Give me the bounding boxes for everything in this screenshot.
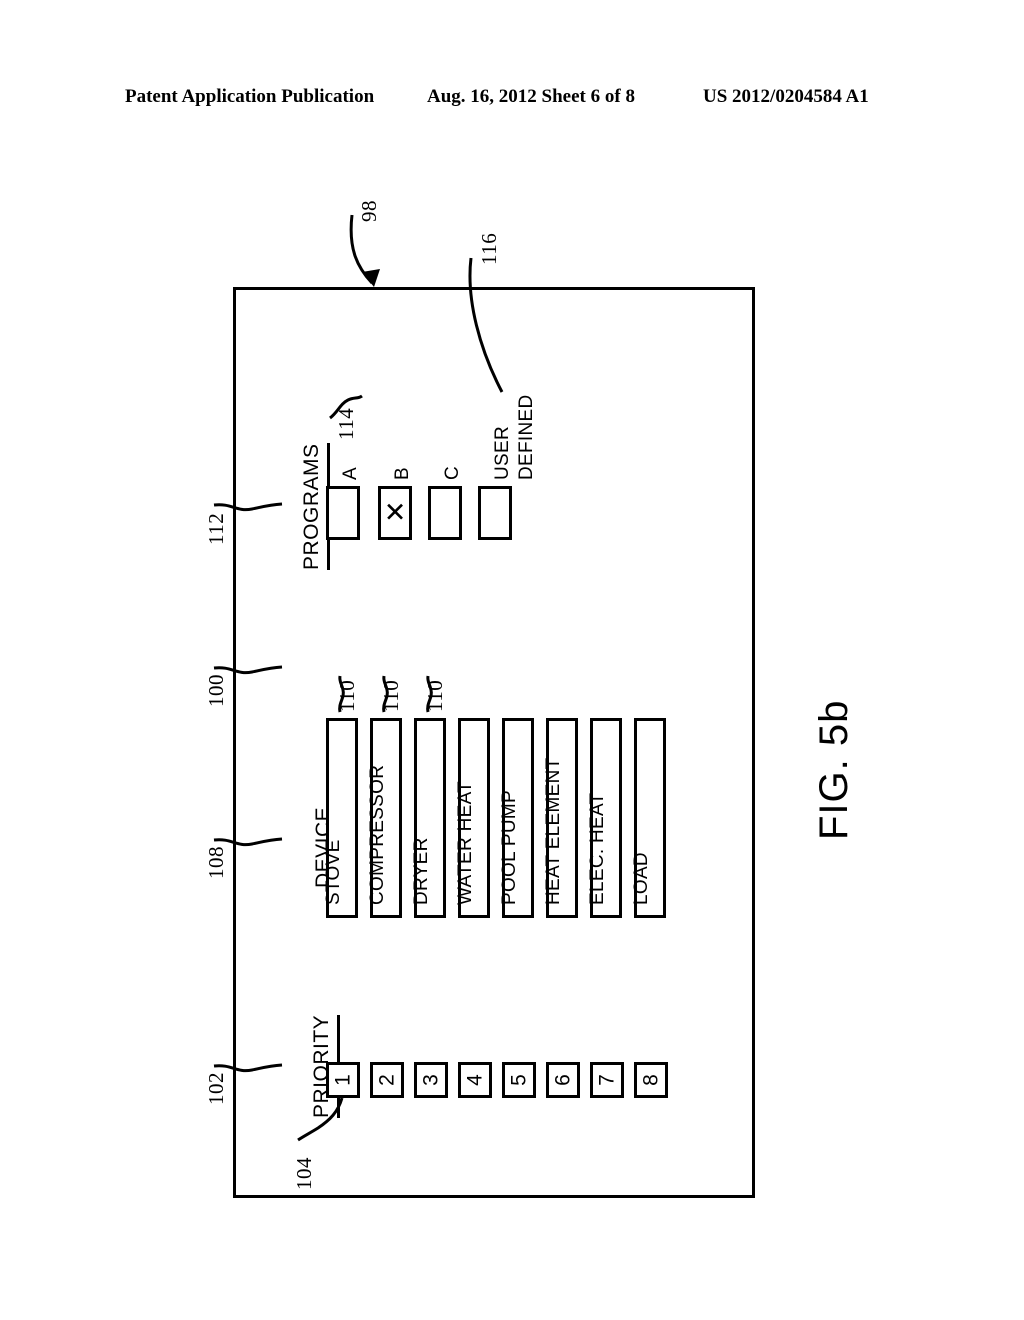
device-label-elec-heat: ELEC. HEAT bbox=[587, 792, 608, 905]
program-label-a: A bbox=[340, 467, 361, 480]
device-label-pool-pump: POOL PUMP bbox=[499, 790, 520, 905]
program-label-user-defined-line1: USER bbox=[492, 426, 513, 480]
ref-104: 104 bbox=[292, 1157, 316, 1190]
priority-box-2[interactable]: 2 bbox=[370, 1062, 404, 1098]
ref-102: 102 bbox=[204, 1072, 228, 1105]
device-box-pool-pump[interactable]: POOL PUMP bbox=[499, 718, 534, 918]
priority-box-6[interactable]: 6 bbox=[546, 1062, 580, 1098]
ref-114: 114 bbox=[334, 407, 358, 440]
device-box-compressor[interactable]: COMPRESSOR bbox=[367, 718, 402, 918]
ref-108: 108 bbox=[204, 846, 228, 879]
ref-112: 112 bbox=[204, 512, 228, 545]
priority-box-8[interactable]: 8 bbox=[634, 1062, 668, 1098]
figure-caption: FIG. 5b bbox=[812, 699, 856, 840]
device-label-compressor: COMPRESSOR bbox=[367, 764, 388, 905]
page-header: Patent Application Publication Aug. 16, … bbox=[0, 86, 1024, 112]
priority-value-8: 8 bbox=[639, 1074, 663, 1086]
priority-value-2: 2 bbox=[375, 1074, 399, 1086]
priority-value-7: 7 bbox=[595, 1074, 619, 1086]
program-checkbox-a[interactable] bbox=[326, 486, 360, 540]
priority-box-4[interactable]: 4 bbox=[458, 1062, 492, 1098]
device-box-load[interactable]: LOAD bbox=[631, 718, 666, 918]
device-box-dryer[interactable]: DRYER bbox=[411, 718, 446, 918]
device-label-dryer: DRYER bbox=[411, 837, 432, 905]
ref-100: 100 bbox=[204, 674, 228, 707]
program-label-c: C bbox=[442, 465, 463, 480]
priority-box-5[interactable]: 5 bbox=[502, 1062, 536, 1098]
device-box-elec-heat[interactable]: ELEC. HEAT bbox=[587, 718, 622, 918]
program-checkbox-b-mark: ✕ bbox=[383, 497, 407, 528]
date-sheet-label: Aug. 16, 2012 Sheet 6 of 8 bbox=[427, 86, 635, 107]
device-label-water-heat: WATER HEAT bbox=[455, 780, 476, 905]
ref-110-3: 110 bbox=[423, 679, 447, 712]
program-checkbox-b[interactable]: ✕ bbox=[378, 486, 412, 540]
device-label-stove: STOVE bbox=[323, 839, 344, 905]
device-label-load: LOAD bbox=[631, 852, 652, 905]
priority-value-3: 3 bbox=[419, 1074, 443, 1086]
priority-value-1: 1 bbox=[331, 1074, 355, 1086]
priority-box-3[interactable]: 3 bbox=[414, 1062, 448, 1098]
program-checkbox-user-defined[interactable] bbox=[478, 486, 512, 540]
device-label-heat-element: HEAT ELEMENT bbox=[543, 757, 564, 905]
priority-value-5: 5 bbox=[507, 1074, 531, 1086]
device-box-stove[interactable]: STOVE bbox=[323, 718, 358, 918]
device-box-water-heat[interactable]: WATER HEAT bbox=[455, 718, 490, 918]
ref-98: 98 bbox=[357, 200, 381, 222]
ref-110-2: 110 bbox=[379, 679, 403, 712]
patent-number-label: US 2012/0204584 A1 bbox=[703, 86, 869, 107]
publication-label: Patent Application Publication bbox=[125, 86, 375, 107]
priority-value-6: 6 bbox=[551, 1074, 575, 1086]
program-checkbox-c[interactable] bbox=[428, 486, 462, 540]
priority-value-4: 4 bbox=[463, 1074, 487, 1086]
priority-box-1[interactable]: 1 bbox=[326, 1062, 360, 1098]
program-label-b: B bbox=[392, 467, 413, 480]
program-label-user-defined-line2: DEFINED bbox=[516, 394, 537, 481]
device-box-heat-element[interactable]: HEAT ELEMENT bbox=[543, 718, 578, 918]
ref-116: 116 bbox=[477, 232, 501, 265]
priority-box-7[interactable]: 7 bbox=[590, 1062, 624, 1098]
ref-110-1: 110 bbox=[335, 679, 359, 712]
